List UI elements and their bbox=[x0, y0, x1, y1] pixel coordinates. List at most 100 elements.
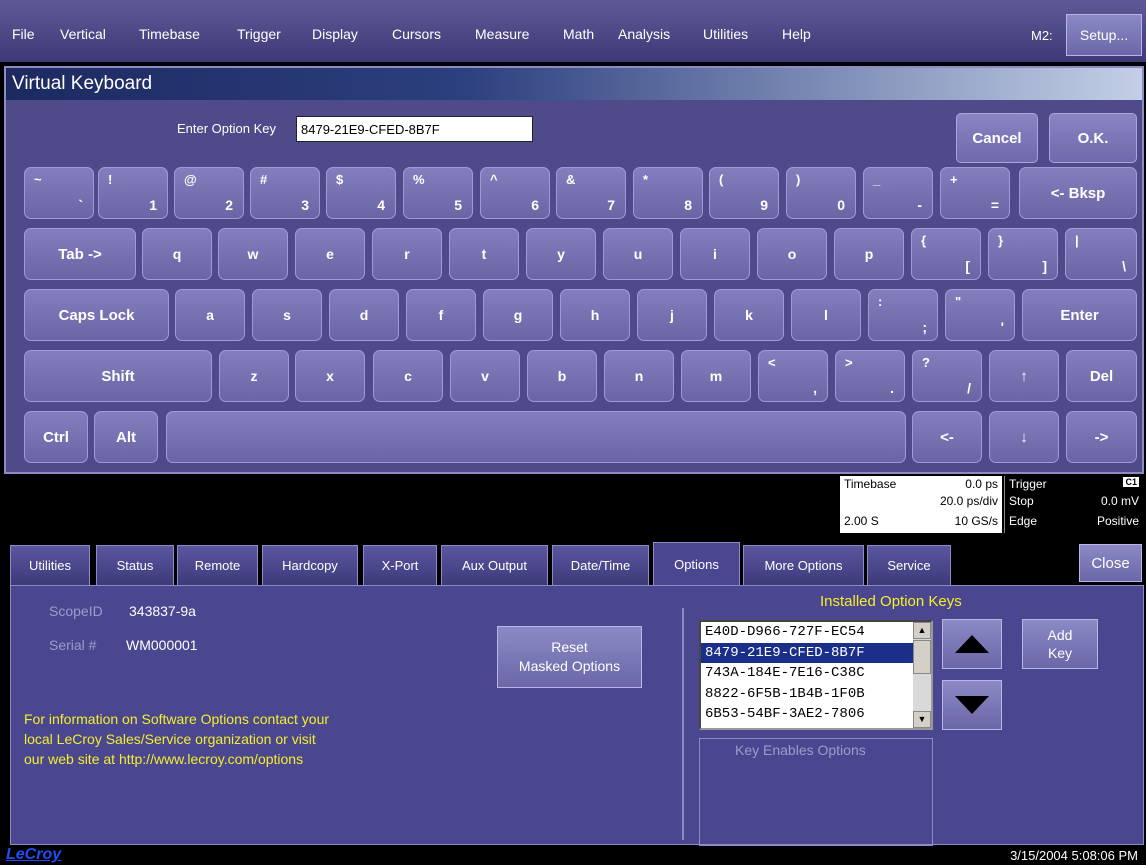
backspace-key[interactable]: <- Bksp bbox=[1019, 167, 1137, 219]
key-backtick[interactable]: ~ ` bbox=[24, 167, 94, 219]
key-1[interactable]: ! 1 bbox=[98, 167, 168, 219]
menu-timebase[interactable]: Timebase bbox=[139, 26, 200, 42]
key-l[interactable]: l bbox=[791, 289, 861, 341]
key-v[interactable]: v bbox=[450, 350, 520, 402]
tab-service[interactable]: Service bbox=[867, 545, 951, 585]
key-minus[interactable]: _ - bbox=[863, 167, 933, 219]
tab-options[interactable]: Options bbox=[653, 542, 740, 585]
close-button[interactable]: Close bbox=[1079, 544, 1142, 582]
key-equals[interactable]: + = bbox=[940, 167, 1010, 219]
tab-hardcopy[interactable]: Hardcopy bbox=[262, 545, 358, 585]
key-m[interactable]: m bbox=[681, 350, 751, 402]
menu-analysis[interactable]: Analysis bbox=[618, 26, 670, 42]
key-h[interactable]: h bbox=[560, 289, 630, 341]
menu-vertical[interactable]: Vertical bbox=[60, 26, 106, 42]
menu-measure[interactable]: Measure bbox=[475, 26, 529, 42]
right-arrow-key[interactable]: -> bbox=[1066, 411, 1137, 463]
list-item[interactable]: E40D-D966-727F-EC54 bbox=[701, 622, 931, 643]
scroll-down-icon[interactable]: ▼ bbox=[913, 711, 931, 728]
menu-help[interactable]: Help bbox=[782, 26, 811, 42]
shift-key[interactable]: Shift bbox=[24, 350, 212, 402]
tab-status[interactable]: Status bbox=[96, 545, 174, 585]
alt-key[interactable]: Alt bbox=[94, 411, 158, 463]
add-key-button[interactable]: Add Key bbox=[1022, 619, 1098, 669]
menu-display[interactable]: Display bbox=[312, 26, 358, 42]
move-up-button[interactable] bbox=[942, 619, 1002, 669]
key-x[interactable]: x bbox=[295, 350, 365, 402]
ctrl-key[interactable]: Ctrl bbox=[24, 411, 88, 463]
key-2[interactable]: @2 bbox=[174, 167, 244, 219]
move-down-button[interactable] bbox=[942, 680, 1002, 730]
tab-key[interactable]: Tab -> bbox=[24, 228, 136, 280]
key-semicolon[interactable]: :; bbox=[868, 289, 938, 341]
key-t[interactable]: t bbox=[449, 228, 519, 280]
key-quote[interactable]: " ' bbox=[945, 289, 1015, 341]
option-key-input[interactable] bbox=[296, 116, 533, 142]
setup-button[interactable]: Setup... bbox=[1066, 14, 1142, 56]
key-o[interactable]: o bbox=[757, 228, 827, 280]
key-7[interactable]: & 7 bbox=[556, 167, 626, 219]
key-5[interactable]: % 5 bbox=[403, 167, 473, 219]
lecroy-logo[interactable]: LeCroy bbox=[6, 846, 61, 864]
key-q[interactable]: q bbox=[142, 228, 212, 280]
menu-file[interactable]: File bbox=[12, 26, 35, 42]
menu-cursors[interactable]: Cursors bbox=[392, 26, 441, 42]
key-z[interactable]: z bbox=[219, 350, 289, 402]
key-s[interactable]: s bbox=[252, 289, 322, 341]
list-item[interactable]: 6B53-54BF-3AE2-7806 bbox=[701, 704, 931, 725]
menu-utilities[interactable]: Utilities bbox=[703, 26, 748, 42]
tab-x-port[interactable]: X-Port bbox=[363, 545, 437, 585]
key-i[interactable]: i bbox=[680, 228, 750, 280]
tab-utilities[interactable]: Utilities bbox=[10, 545, 90, 585]
list-item[interactable]: 8479-21E9-CFED-8B7F bbox=[701, 642, 931, 663]
trigger-descriptor[interactable]: Trigger C1 Stop 0.0 mV Edge Positive bbox=[1004, 476, 1143, 533]
tab-more-options[interactable]: More Options bbox=[743, 545, 864, 585]
key-period[interactable]: >. bbox=[835, 350, 905, 402]
scrollbar[interactable]: ▲ ▼ bbox=[913, 622, 931, 728]
key-f[interactable]: f bbox=[406, 289, 476, 341]
key-9[interactable]: (9 bbox=[709, 167, 779, 219]
ok-button[interactable]: O.K. bbox=[1049, 113, 1137, 163]
key-e[interactable]: e bbox=[295, 228, 365, 280]
key-b[interactable]: b bbox=[527, 350, 597, 402]
menu-math[interactable]: Math bbox=[563, 26, 594, 42]
key-6[interactable]: ^ 6 bbox=[480, 167, 550, 219]
key-p[interactable]: p bbox=[834, 228, 904, 280]
key-right-bracket[interactable]: }] bbox=[988, 228, 1058, 280]
key-j[interactable]: j bbox=[637, 289, 707, 341]
key-left-bracket[interactable]: {[ bbox=[911, 228, 981, 280]
key-y[interactable]: y bbox=[526, 228, 596, 280]
reset-masked-options-button[interactable]: Reset Masked Options bbox=[497, 626, 642, 688]
key-k[interactable]: k bbox=[714, 289, 784, 341]
left-arrow-key[interactable]: <- bbox=[912, 411, 982, 463]
scroll-up-icon[interactable]: ▲ bbox=[913, 622, 931, 639]
space-key[interactable] bbox=[166, 411, 906, 463]
key-8[interactable]: * 8 bbox=[633, 167, 703, 219]
up-arrow-key[interactable]: ↑ bbox=[989, 350, 1059, 402]
key-0[interactable]: ) 0 bbox=[786, 167, 856, 219]
key-c[interactable]: c bbox=[373, 350, 443, 402]
key-w[interactable]: w bbox=[218, 228, 288, 280]
delete-key[interactable]: Del bbox=[1066, 350, 1137, 402]
scroll-thumb[interactable] bbox=[913, 640, 931, 674]
tab-aux-output[interactable]: Aux Output bbox=[441, 545, 548, 585]
key-a[interactable]: a bbox=[175, 289, 245, 341]
list-item[interactable]: 8822-6F5B-1B4B-1F0B bbox=[701, 684, 931, 705]
tab-date-time[interactable]: Date/Time bbox=[552, 545, 649, 585]
list-item[interactable]: 743A-184E-7E16-C38C bbox=[701, 663, 931, 684]
installed-keys-list[interactable]: E40D-D966-727F-EC54 8479-21E9-CFED-8B7F … bbox=[699, 620, 933, 730]
enter-key[interactable]: Enter bbox=[1022, 289, 1137, 341]
timebase-descriptor[interactable]: Timebase 0.0 ps 20.0 ps/div 2.00 S 10 GS… bbox=[840, 476, 1002, 533]
key-3[interactable]: #3 bbox=[250, 167, 320, 219]
cancel-button[interactable]: Cancel bbox=[956, 113, 1038, 163]
key-4[interactable]: $4 bbox=[326, 167, 396, 219]
menu-trigger[interactable]: Trigger bbox=[237, 26, 281, 42]
key-comma[interactable]: <, bbox=[758, 350, 828, 402]
key-n[interactable]: n bbox=[604, 350, 674, 402]
down-arrow-key[interactable]: ↓ bbox=[989, 411, 1059, 463]
key-g[interactable]: g bbox=[483, 289, 553, 341]
key-u[interactable]: u bbox=[603, 228, 673, 280]
key-backslash[interactable]: | \ bbox=[1065, 228, 1137, 280]
caps-lock-key[interactable]: Caps Lock bbox=[24, 289, 169, 341]
key-d[interactable]: d bbox=[329, 289, 399, 341]
